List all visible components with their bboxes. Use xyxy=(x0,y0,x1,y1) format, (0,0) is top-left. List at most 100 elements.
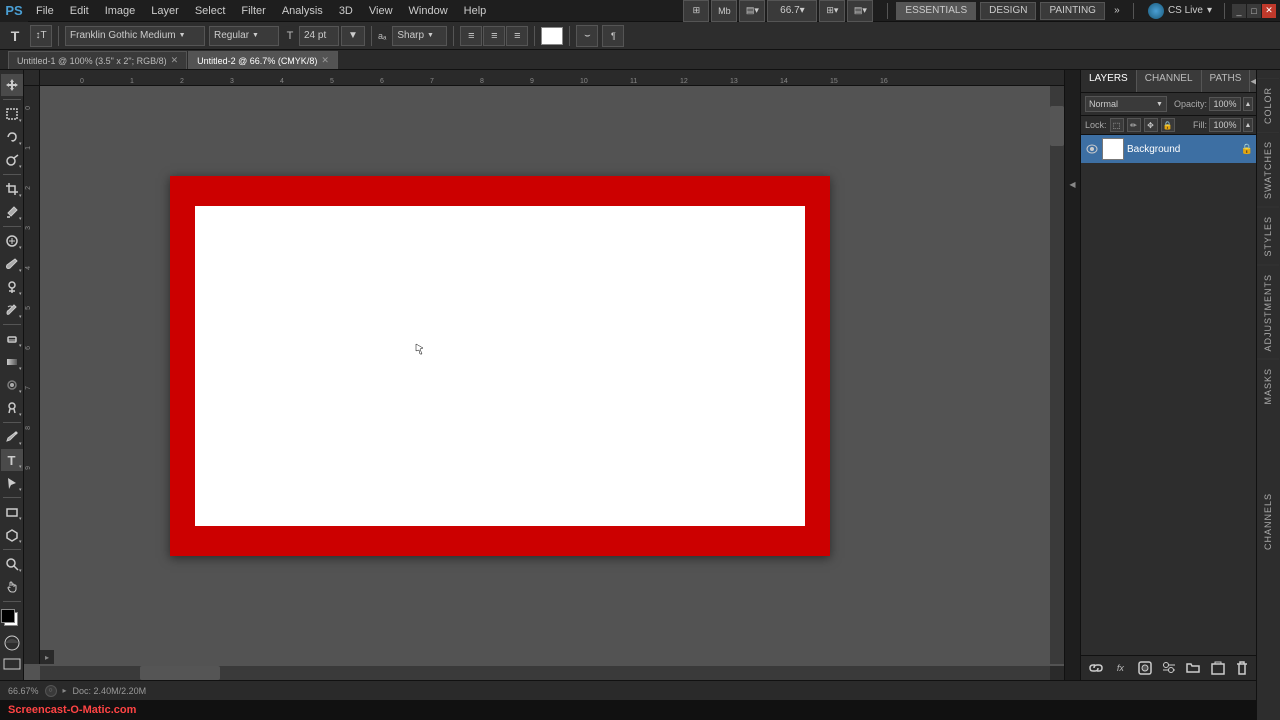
healing-tool[interactable]: ▾ xyxy=(1,230,23,252)
path-selection-tool[interactable]: ▾ xyxy=(1,472,23,494)
quick-mask-btn[interactable] xyxy=(3,634,21,655)
menu-image[interactable]: Image xyxy=(97,0,144,21)
panel-strip-item[interactable]: COLOR xyxy=(1257,78,1280,128)
toolbar-icon-2[interactable]: Mb xyxy=(711,0,737,22)
marquee-tool[interactable]: ▾ xyxy=(1,103,23,125)
layer-link-btn[interactable] xyxy=(1087,659,1105,677)
toolbar-icon-5[interactable]: ▤▾ xyxy=(847,0,873,22)
menu-analysis[interactable]: Analysis xyxy=(274,0,331,21)
3d-tool[interactable]: ▾ xyxy=(1,524,23,546)
history-brush-tool[interactable]: ▾ xyxy=(1,299,23,321)
font-style-dropdown[interactable]: Regular ▼ xyxy=(209,26,279,46)
layer-visibility-toggle[interactable] xyxy=(1085,142,1099,156)
document-canvas[interactable] xyxy=(170,176,830,556)
panel-strip-masks[interactable]: MASKS xyxy=(1257,359,1280,409)
layer-folder-btn[interactable] xyxy=(1184,659,1202,677)
align-right[interactable]: ≡ xyxy=(506,26,528,46)
workspace-design[interactable]: DESIGN xyxy=(980,2,1036,20)
doc-tab-2[interactable]: Untitled-2 @ 66.7% (CMYK/8) ✕ xyxy=(188,51,338,69)
lasso-tool[interactable]: ▾ xyxy=(1,126,23,148)
crop-tool[interactable]: ▾ xyxy=(1,178,23,200)
workspace-painting[interactable]: PAINTING xyxy=(1040,2,1104,20)
cs-live[interactable]: CS Live▾ xyxy=(1142,3,1218,19)
layer-mask-btn[interactable] xyxy=(1136,659,1154,677)
tab-close-1[interactable]: ✕ xyxy=(171,55,179,66)
move-tool[interactable] xyxy=(1,74,23,96)
toolbar-icon-1[interactable]: ⊞ xyxy=(683,0,709,22)
panel-strip-channels[interactable]: CHANNELS xyxy=(1257,489,1280,554)
lock-all[interactable]: 🔒 xyxy=(1161,118,1175,132)
scrollbar-vertical[interactable] xyxy=(1050,86,1064,664)
text-orientation[interactable]: ↕T xyxy=(30,25,52,47)
align-center[interactable]: ≡ xyxy=(483,26,505,46)
eyedropper-tool[interactable]: ▾ xyxy=(1,201,23,223)
menu-view[interactable]: View xyxy=(361,0,401,21)
minimize-button[interactable]: _ xyxy=(1232,4,1246,18)
workspace-expand[interactable]: » xyxy=(1109,3,1125,19)
text-tool[interactable]: T ▾ xyxy=(1,449,23,471)
tab-layers[interactable]: LAYERS xyxy=(1081,70,1137,92)
toolbar-icon-3[interactable]: ▤▾ xyxy=(739,0,765,22)
menu-select[interactable]: Select xyxy=(187,0,234,21)
shape-tool[interactable]: ▾ xyxy=(1,501,23,523)
layer-adjustment-btn[interactable] xyxy=(1160,659,1178,677)
align-left[interactable]: ≡ xyxy=(460,26,482,46)
hand-tool[interactable] xyxy=(1,576,23,598)
scrollbar-horizontal[interactable] xyxy=(40,666,1050,680)
menu-3d[interactable]: 3D xyxy=(331,0,361,21)
zoom-tool[interactable]: ▾ xyxy=(1,553,23,575)
text-tool-options[interactable]: T xyxy=(4,25,26,47)
clone-stamp-tool[interactable]: ▾ xyxy=(1,276,23,298)
gradient-tool[interactable]: ▾ xyxy=(1,351,23,373)
text-color-swatch[interactable] xyxy=(541,27,563,45)
tab-channels[interactable]: CHANNEL xyxy=(1137,70,1202,92)
warp-text[interactable]: ⌣ xyxy=(576,25,598,47)
menu-file[interactable]: File xyxy=(28,0,62,21)
blur-tool[interactable]: ▾ xyxy=(1,374,23,396)
lock-transparency[interactable]: ⬚ xyxy=(1110,118,1124,132)
blend-mode-dropdown[interactable]: Normal ▼ xyxy=(1085,96,1167,112)
lock-position[interactable]: ✥ xyxy=(1144,118,1158,132)
menu-edit[interactable]: Edit xyxy=(62,0,97,21)
scroll-to-start[interactable]: ▸ xyxy=(40,650,54,664)
canvas-viewport[interactable] xyxy=(40,86,1064,664)
collapse-right-panels[interactable]: ◀ xyxy=(1066,154,1080,214)
font-family-dropdown[interactable]: Franklin Gothic Medium ▼ xyxy=(65,26,205,46)
pen-tool[interactable]: ▾ xyxy=(1,426,23,448)
font-size-input[interactable]: 24 pt xyxy=(299,26,339,46)
panel-strip-swatches[interactable]: SWATCHES xyxy=(1257,132,1280,203)
font-size-dropdown[interactable]: ▼ xyxy=(341,26,365,46)
layer-new-btn[interactable] xyxy=(1209,659,1227,677)
workspace-essentials[interactable]: ESSENTIALS xyxy=(896,2,976,20)
color-swatches[interactable] xyxy=(1,609,23,631)
menu-help[interactable]: Help xyxy=(456,0,495,21)
menu-window[interactable]: Window xyxy=(401,0,456,21)
menu-filter[interactable]: Filter xyxy=(233,0,273,21)
info-arrow[interactable]: ▸ xyxy=(63,686,67,695)
zoom-fit-btn[interactable]: ○ xyxy=(45,685,57,697)
fill-value[interactable]: 100% xyxy=(1209,118,1241,132)
menu-layer[interactable]: Layer xyxy=(143,0,187,21)
character-panel[interactable]: ¶ xyxy=(602,25,624,47)
close-button[interactable]: ✕ xyxy=(1262,4,1276,18)
fill-stepper[interactable]: ▲ xyxy=(1243,118,1253,132)
maximize-button[interactable]: □ xyxy=(1247,4,1261,18)
tab-paths[interactable]: PATHS xyxy=(1202,70,1251,92)
dodge-tool[interactable]: ▾ xyxy=(1,397,23,419)
eraser-tool[interactable]: ▾ xyxy=(1,328,23,350)
toolbar-icon-4[interactable]: ⊞▾ xyxy=(819,0,845,22)
anti-alias-dropdown[interactable]: Sharp ▼ xyxy=(392,26,447,46)
quick-selection-tool[interactable]: ▾ xyxy=(1,149,23,171)
layer-row-background[interactable]: Background 🔒 xyxy=(1081,135,1257,163)
lock-pixels[interactable]: ✏ xyxy=(1127,118,1141,132)
doc-tab-1[interactable]: Untitled-1 @ 100% (3.5" x 2"; RGB/8) ✕ xyxy=(8,51,187,69)
layer-fx-btn[interactable]: fx xyxy=(1111,659,1129,677)
panel-strip-adjustments[interactable]: ADJUSTMENTS xyxy=(1257,265,1280,356)
layer-delete-btn[interactable] xyxy=(1233,659,1251,677)
opacity-value[interactable]: 100% xyxy=(1209,97,1241,111)
opacity-stepper[interactable]: ▲ xyxy=(1243,97,1253,111)
brush-tool[interactable]: ▾ xyxy=(1,253,23,275)
screen-mode-btn[interactable] xyxy=(3,658,21,673)
tab-close-2[interactable]: ✕ xyxy=(321,55,329,66)
toolbar-zoom[interactable]: 66.7▾ xyxy=(767,0,817,22)
